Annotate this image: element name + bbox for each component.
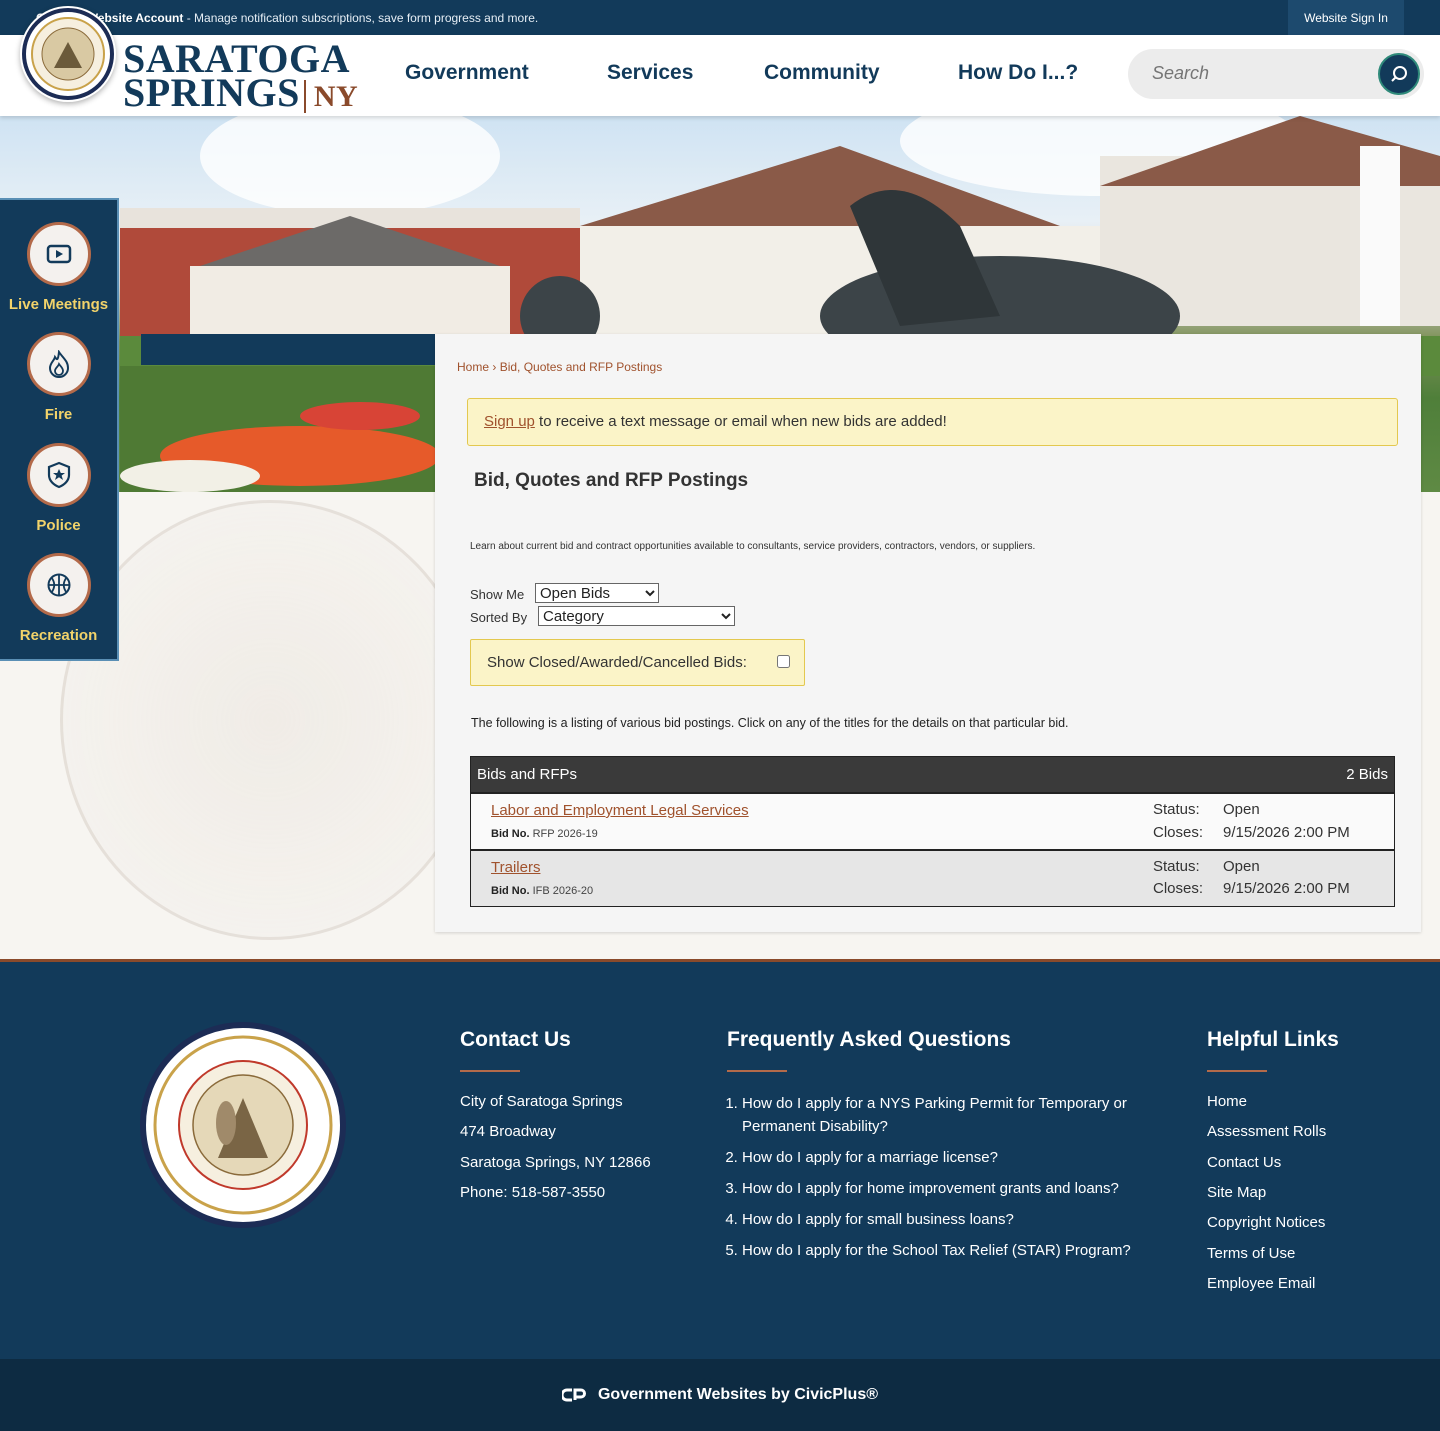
nav-government[interactable]: Government — [405, 61, 529, 85]
city-seal-logo[interactable] — [20, 6, 116, 102]
nav-community[interactable]: Community — [764, 61, 880, 85]
civicplus-bar: Government Websites by CivicPlus® — [0, 1359, 1440, 1431]
main-content: Home › Bid, Quotes and RFP Postings Sign… — [435, 334, 1421, 932]
bid-status: Open — [1223, 858, 1260, 875]
intro-text: Learn about current bid and contract opp… — [470, 541, 1036, 552]
bids-table: Bids and RFPs 2 Bids Labor and Employmen… — [470, 756, 1395, 907]
faq-item[interactable]: How do I apply for home improvement gran… — [742, 1177, 1167, 1200]
footer-link-assessment-rolls[interactable]: Assessment Rolls — [1207, 1123, 1326, 1140]
site-footer: Contact Us City of Saratoga Springs 474 … — [0, 959, 1440, 1359]
faded-seal-watermark — [60, 500, 480, 940]
bid-status: Open — [1223, 801, 1260, 818]
search-button[interactable] — [1378, 53, 1420, 95]
bid-title-link[interactable]: Trailers — [491, 859, 540, 876]
bid-title-link[interactable]: Labor and Employment Legal Services — [491, 802, 749, 819]
civicplus-logo-icon — [561, 1388, 586, 1402]
search-input[interactable] — [1152, 63, 1372, 84]
bids-table-header: Bids and RFPs 2 Bids — [471, 757, 1394, 792]
show-me-label: Show Me — [470, 587, 525, 602]
quick-link-live-meetings[interactable]: Live Meetings — [0, 222, 117, 313]
faq-item[interactable]: How do I apply for a marriage license? — [742, 1146, 1167, 1169]
signup-alert: Sign up to receive a text message or ema… — [467, 398, 1398, 446]
quick-link-police[interactable]: Police — [0, 443, 117, 534]
quick-link-fire[interactable]: Fire — [0, 332, 117, 423]
quick-link-recreation[interactable]: Recreation — [0, 553, 117, 644]
police-badge-icon — [47, 461, 70, 489]
nav-how-do-i[interactable]: How Do I...? — [958, 61, 1078, 85]
footer-link-terms[interactable]: Terms of Use — [1207, 1245, 1295, 1262]
show-closed-box: Show Closed/Awarded/Cancelled Bids: — [470, 639, 805, 686]
page-title: Bid, Quotes and RFP Postings — [474, 470, 749, 491]
quick-links-panel: Live Meetings Fire Police Recreation — [0, 198, 119, 661]
table-row: Labor and Employment Legal Services Bid … — [471, 792, 1394, 849]
flame-icon — [48, 350, 69, 378]
basketball-icon — [47, 573, 70, 597]
table-row: Trailers Bid No. IFB 2026-20 Status: Ope… — [471, 849, 1394, 906]
faq-heading: Frequently Asked Questions — [727, 1028, 1011, 1051]
breadcrumb-home[interactable]: Home — [457, 360, 489, 374]
seal-icon — [153, 1035, 333, 1215]
bid-number: IFB 2026-20 — [532, 885, 594, 897]
footer-city-seal — [140, 1022, 346, 1228]
video-play-icon — [46, 244, 71, 264]
faq-list: How do I apply for a NYS Parking Permit … — [727, 1092, 1167, 1270]
helpful-links-heading: Helpful Links — [1207, 1028, 1339, 1051]
site-brand[interactable]: SARATOGA SPRINGS NY — [123, 39, 359, 114]
seal-icon — [22, 8, 114, 100]
nav-services[interactable]: Services — [607, 61, 693, 85]
bid-closes: 9/15/2026 2:00 PM — [1223, 880, 1350, 897]
footer-phone: Phone: 518-587-3550 — [460, 1184, 606, 1201]
bid-closes: 9/15/2026 2:00 PM — [1223, 824, 1350, 841]
top-bar: Create a Website Account - Manage notifi… — [0, 0, 1440, 35]
bid-number: RFP 2026-19 — [532, 828, 598, 840]
bids-count: 2 Bids — [1346, 766, 1388, 783]
footer-link-site-map[interactable]: Site Map — [1207, 1184, 1266, 1201]
civicplus-link[interactable]: Government Websites by CivicPlus® — [598, 1386, 878, 1404]
bids-table-title: Bids and RFPs — [477, 766, 578, 783]
faq-item[interactable]: How do I apply for a NYS Parking Permit … — [742, 1092, 1167, 1138]
footer-link-copyright[interactable]: Copyright Notices — [1207, 1214, 1325, 1231]
sorted-by-label: Sorted By — [470, 610, 528, 625]
website-sign-in-button[interactable]: Website Sign In — [1288, 0, 1404, 35]
show-closed-checkbox[interactable] — [777, 655, 790, 668]
faq-item[interactable]: How do I apply for the School Tax Relief… — [742, 1239, 1167, 1262]
faq-item[interactable]: How do I apply for small business loans? — [742, 1208, 1167, 1231]
sorted-by-select[interactable]: Category — [538, 606, 735, 626]
show-closed-label: Show Closed/Awarded/Cancelled Bids: — [487, 654, 747, 671]
contact-us-heading: Contact Us — [460, 1028, 571, 1051]
listing-note: The following is a listing of various bi… — [471, 716, 1069, 730]
decorative-band — [141, 334, 435, 365]
breadcrumb: Home › Bid, Quotes and RFP Postings — [457, 360, 663, 374]
search-icon — [1391, 66, 1407, 82]
footer-link-employee-email[interactable]: Employee Email — [1207, 1275, 1315, 1292]
search-box — [1128, 49, 1424, 99]
signup-link[interactable]: Sign up — [484, 413, 535, 430]
footer-link-contact-us[interactable]: Contact Us — [1207, 1154, 1281, 1171]
breadcrumb-current[interactable]: Bid, Quotes and RFP Postings — [500, 360, 663, 374]
show-me-select[interactable]: Open Bids — [535, 583, 659, 603]
footer-link-home[interactable]: Home — [1207, 1093, 1247, 1110]
site-header: SARATOGA SPRINGS NY Government Services C… — [0, 35, 1440, 116]
